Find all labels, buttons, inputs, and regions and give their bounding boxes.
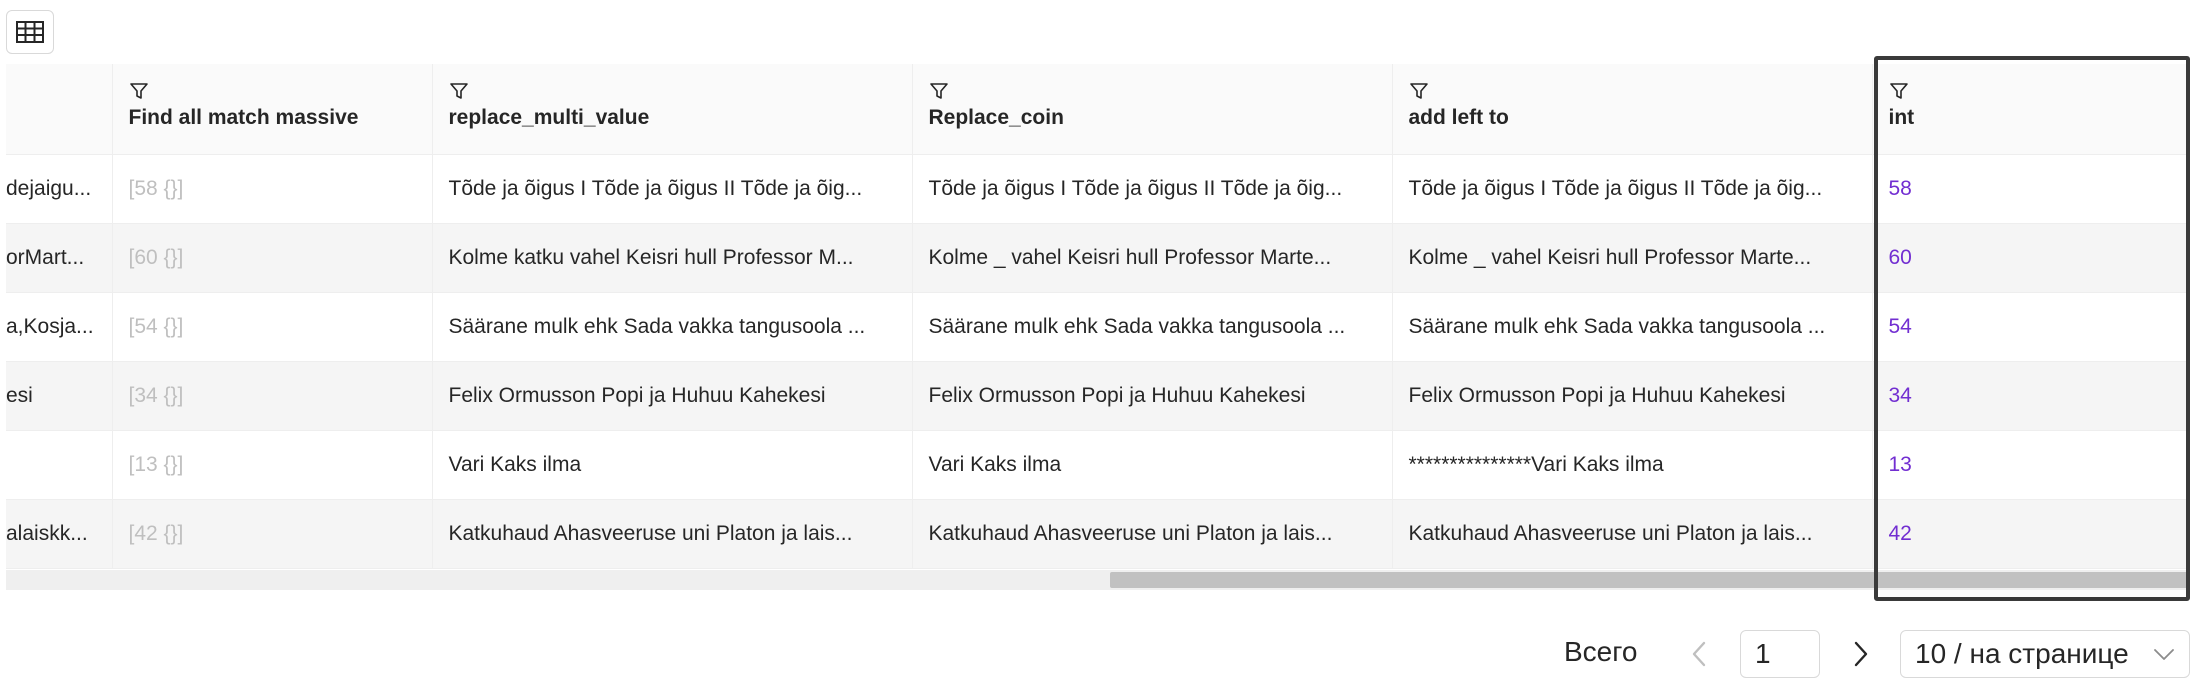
table-cell: Säärane mulk ehk Sada vakka tangusoola .… — [1392, 292, 1873, 362]
column-header-label: Find all match massive — [128, 106, 359, 129]
table-cell: Felix Ormusson Popi ja Huhuu Kahekesi — [912, 361, 1393, 431]
table-row[interactable]: alaiskk... [42 {}] Katkuhaud Ahasveeruse… — [6, 499, 2190, 569]
table-cell: [60 {}] — [112, 223, 433, 293]
filter-icon[interactable] — [1409, 80, 1429, 102]
table-cell: Katkuhaud Ahasveeruse uni Platon ja lais… — [912, 499, 1393, 569]
table-cell: Tõde ja õigus I Tõde ja õigus II Tõde ja… — [1392, 154, 1873, 224]
filter-icon[interactable] — [1889, 80, 1909, 102]
table-cell: [34 {}] — [112, 361, 433, 431]
data-table: Find all match massive replace_multi_val… — [6, 64, 2190, 592]
table-cell: Katkuhaud Ahasveeruse uni Platon ja lais… — [1392, 499, 1873, 569]
table-cell: orMart... — [6, 223, 113, 293]
page-size-select[interactable]: 10 / на странице — [1900, 630, 2190, 678]
table-cell: Tõde ja õigus I Tõde ja õigus II Tõde ja… — [432, 154, 913, 224]
table-cell — [6, 430, 113, 500]
table-cell-int: 60 — [1872, 223, 2190, 293]
table-row[interactable]: [13 {}] Vari Kaks ilma Vari Kaks ilma **… — [6, 430, 2190, 500]
table-icon — [16, 21, 44, 43]
table-cell-int: 54 — [1872, 292, 2190, 362]
table-cell: Kolme _ vahel Keisri hull Professor Mart… — [912, 223, 1393, 293]
table-cell: dejaigu... — [6, 154, 113, 224]
filter-icon[interactable] — [449, 80, 469, 102]
column-header-partial — [6, 64, 113, 155]
table-cell-int: 34 — [1872, 361, 2190, 431]
table-cell: Tõde ja õigus I Tõde ja õigus II Tõde ja… — [912, 154, 1393, 224]
column-header-label: replace_multi_value — [448, 106, 650, 129]
table-row[interactable]: orMart... [60 {}] Kolme katku vahel Keis… — [6, 223, 2190, 293]
table-cell: ***************Vari Kaks ilma — [1392, 430, 1873, 500]
table-view-button[interactable] — [6, 10, 54, 54]
next-page-button[interactable] — [1846, 636, 1876, 672]
table-cell-int: 42 — [1872, 499, 2190, 569]
column-header-replace-coin[interactable]: Replace_coin — [912, 64, 1393, 155]
page-number-input[interactable]: 1 — [1740, 630, 1820, 678]
table-cell: Säärane mulk ehk Sada vakka tangusoola .… — [912, 292, 1393, 362]
prev-page-button[interactable] — [1684, 636, 1714, 672]
column-header-int[interactable]: int — [1872, 64, 2190, 155]
chevron-left-icon — [1692, 641, 1706, 667]
filter-icon[interactable] — [129, 80, 149, 102]
column-header-label: Replace_coin — [928, 106, 1064, 129]
table-row[interactable]: esi [34 {}] Felix Ormusson Popi ja Huhuu… — [6, 361, 2190, 431]
table-cell: [42 {}] — [112, 499, 433, 569]
column-header-label: add left to — [1408, 106, 1509, 129]
table-cell: [54 {}] — [112, 292, 433, 362]
page-size-value: 10 / на странице — [1915, 638, 2129, 669]
table-cell: Säärane mulk ehk Sada vakka tangusoola .… — [432, 292, 913, 362]
horizontal-scrollbar[interactable] — [6, 570, 2190, 590]
table-header-row: Find all match massive replace_multi_val… — [6, 64, 2190, 155]
table-row[interactable]: dejaigu... [58 {}] Tõde ja õigus I Tõde … — [6, 154, 2190, 224]
table-cell: Kolme _ vahel Keisri hull Professor Mart… — [1392, 223, 1873, 293]
table-cell: Felix Ormusson Popi ja Huhuu Kahekesi — [1392, 361, 1873, 431]
table-cell: [13 {}] — [112, 430, 433, 500]
table-cell: alaiskk... — [6, 499, 113, 569]
table-row[interactable]: a,Kosja... [54 {}] Säärane mulk ehk Sada… — [6, 292, 2190, 362]
column-header-replace-multi-value[interactable]: replace_multi_value — [432, 64, 913, 155]
table-cell: a,Kosja... — [6, 292, 113, 362]
column-header-find-all-match-massive[interactable]: Find all match massive — [112, 64, 433, 155]
chevron-down-icon — [2154, 649, 2174, 660]
chevron-right-icon — [1854, 641, 1868, 667]
table-cell-int: 58 — [1872, 154, 2190, 224]
table-cell: Kolme katku vahel Keisri hull Professor … — [432, 223, 913, 293]
table-cell-int: 13 — [1872, 430, 2190, 500]
table-cell: Felix Ormusson Popi ja Huhuu Kahekesi — [432, 361, 913, 431]
scrollbar-thumb[interactable] — [1110, 572, 2190, 588]
page-number-value: 1 — [1755, 638, 1771, 669]
column-header-label: int — [1888, 106, 1915, 129]
table-cell: Vari Kaks ilma — [912, 430, 1393, 500]
table-cell: [58 {}] — [112, 154, 433, 224]
filter-icon[interactable] — [929, 80, 949, 102]
table-cell: Vari Kaks ilma — [432, 430, 913, 500]
column-header-add-left-to[interactable]: add left to — [1392, 64, 1873, 155]
table-cell: Katkuhaud Ahasveeruse uni Platon ja lais… — [432, 499, 913, 569]
pagination-total-label: Всего — [1564, 636, 1638, 667]
table-cell: esi — [6, 361, 113, 431]
